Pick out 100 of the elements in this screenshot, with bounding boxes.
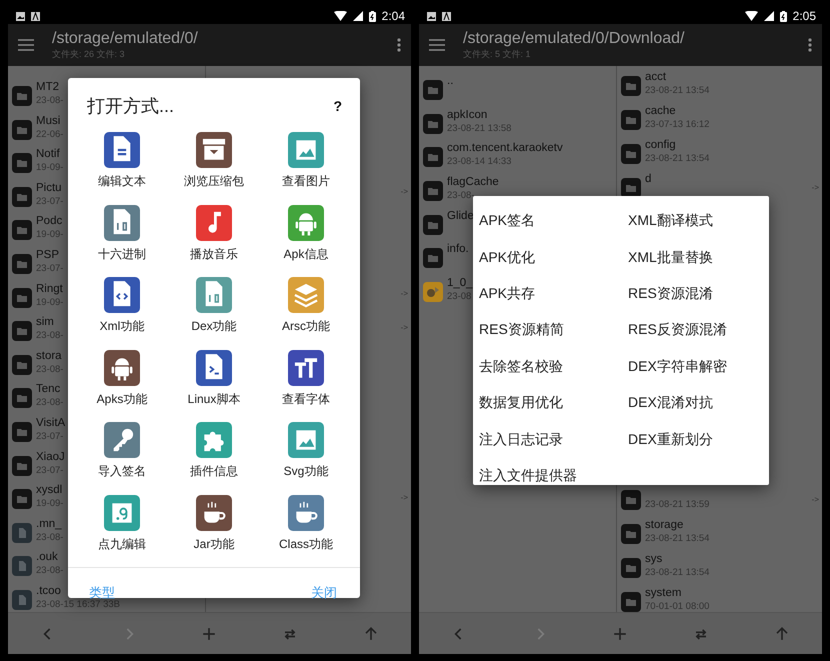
menu-item[interactable]: RES资源混淆 [622, 276, 771, 312]
app-option-label[interactable]: 查看字体 [282, 390, 330, 408]
folder-icon [621, 144, 641, 164]
symlink-arrow: -> [400, 187, 408, 196]
folder-icon [12, 254, 32, 274]
app-option-label[interactable]: 播放音乐 [190, 246, 238, 262]
menu-item[interactable]: DEX混淆对抗 [622, 384, 771, 422]
app-option-label[interactable]: 查看图片 [282, 173, 330, 190]
folder-icon [621, 524, 641, 544]
menu-item[interactable]: APK共存 [473, 276, 622, 312]
app-option-label[interactable]: Jar功能 [194, 536, 234, 552]
folder-icon [423, 214, 443, 235]
menu-item[interactable]: DEX字符串解密 [622, 348, 771, 385]
app-option-label[interactable]: Class功能 [278, 536, 333, 552]
symlink-arrow: -> [400, 493, 408, 502]
help-button[interactable]: ? [333, 98, 342, 114]
folder-icon [423, 181, 443, 202]
file-icon [12, 522, 32, 543]
app-option-label[interactable]: 十六进制 [98, 246, 146, 262]
folder-icon [621, 490, 641, 510]
font-letter-icon [31, 12, 40, 20]
folder-icon [423, 114, 443, 134]
folder-icon [621, 558, 641, 578]
menu-item[interactable]: APK优化 [473, 239, 622, 276]
music-note-icon[interactable] [196, 204, 232, 240]
key-icon[interactable] [104, 422, 140, 458]
coffee-cup-icon[interactable] [288, 494, 324, 530]
image-icon[interactable] [288, 422, 324, 458]
font-letter-icon [442, 12, 451, 20]
app-option-label[interactable]: Svg功能 [284, 463, 328, 480]
item-count: 文件夹: 5 文件: 1 [463, 48, 532, 60]
layers-icon[interactable] [288, 277, 324, 313]
app-option-label[interactable]: Apks功能 [96, 390, 148, 408]
menu-item[interactable]: RES资源精简 [473, 312, 622, 349]
symlink-arrow: -> [400, 323, 408, 332]
menu-item[interactable]: APK签名 [473, 203, 622, 240]
folder-icon [12, 354, 32, 375]
puzzle-piece-icon[interactable] [196, 422, 232, 458]
current-path: /storage/emulated/0/Download/ [463, 30, 686, 48]
nine-patch-icon[interactable] [104, 494, 140, 530]
menu-item[interactable]: DEX重新划分 [622, 421, 771, 458]
signal-icon [352, 11, 363, 21]
document-icon[interactable] [104, 132, 140, 168]
app-option-label[interactable]: Xml功能 [100, 318, 144, 335]
battery-icon [780, 10, 787, 22]
menu-item[interactable]: 注入文件提供器 [473, 458, 622, 494]
app-option-label[interactable]: 导入签名 [98, 463, 146, 480]
symlink-arrow: -> [812, 495, 819, 504]
code-file-icon[interactable] [104, 277, 140, 313]
file-icon [12, 590, 32, 610]
more-options-icon[interactable] [808, 38, 812, 52]
menu-icon[interactable] [429, 39, 445, 51]
archive-box-icon[interactable] [196, 132, 232, 168]
folder-icon [12, 422, 32, 442]
symlink-arrow: -> [400, 289, 408, 298]
app-option-label[interactable]: 浏览压缩包 [184, 173, 244, 190]
binary-file-icon[interactable] [196, 277, 232, 313]
current-path: /storage/emulated/0/ [52, 30, 199, 48]
folder-icon [12, 153, 32, 174]
more-options-icon[interactable] [397, 38, 401, 52]
binary-file-icon[interactable] [104, 204, 140, 240]
terminal-file-icon[interactable] [196, 350, 232, 386]
app-option-label[interactable]: Apk信息 [284, 246, 328, 262]
app-option-label[interactable]: 插件信息 [190, 463, 238, 480]
text-size-icon[interactable] [288, 350, 324, 386]
menu-item[interactable]: 注入日志记录 [473, 421, 622, 458]
clock: 2:05 [792, 9, 816, 23]
menu-item[interactable]: XML批量替换 [622, 239, 771, 276]
folder-icon [12, 220, 32, 240]
image-icon[interactable] [288, 132, 324, 168]
folder-icon [12, 120, 32, 140]
app-option-label[interactable]: 编辑文本 [98, 173, 146, 190]
clock: 2:04 [382, 9, 405, 23]
folder-icon [12, 321, 32, 342]
app-option-label[interactable]: 点九编辑 [98, 536, 146, 552]
image-icon [16, 12, 25, 20]
folder-icon [423, 147, 443, 168]
folder-icon [12, 186, 32, 207]
folder-icon [621, 178, 641, 198]
folder-icon [12, 86, 32, 106]
coffee-cup-icon[interactable] [196, 494, 232, 530]
menu-item[interactable]: 去除签名校验 [473, 348, 622, 385]
folder-icon [12, 388, 32, 408]
menu-item[interactable]: RES反资源混淆 [622, 312, 771, 349]
menu-item[interactable]: 数据复用优化 [473, 384, 622, 422]
android-robot-icon[interactable] [104, 350, 140, 386]
folder-icon [12, 288, 32, 308]
android-robot-icon[interactable] [288, 204, 324, 240]
file-icon [12, 556, 32, 576]
item-count: 文件夹: 26 文件: 3 [52, 48, 126, 60]
wifi-icon [744, 11, 758, 21]
app-option-label[interactable]: Linux脚本 [188, 390, 240, 408]
folder-icon [621, 110, 641, 130]
app-option-label[interactable]: Dex功能 [191, 318, 237, 335]
battery-icon [368, 10, 376, 22]
menu-item[interactable]: XML翻译模式 [622, 203, 771, 240]
folder-icon [12, 456, 32, 476]
app-option-label[interactable]: Arsc功能 [282, 318, 330, 335]
image-icon [427, 12, 436, 20]
menu-icon[interactable] [18, 39, 34, 51]
